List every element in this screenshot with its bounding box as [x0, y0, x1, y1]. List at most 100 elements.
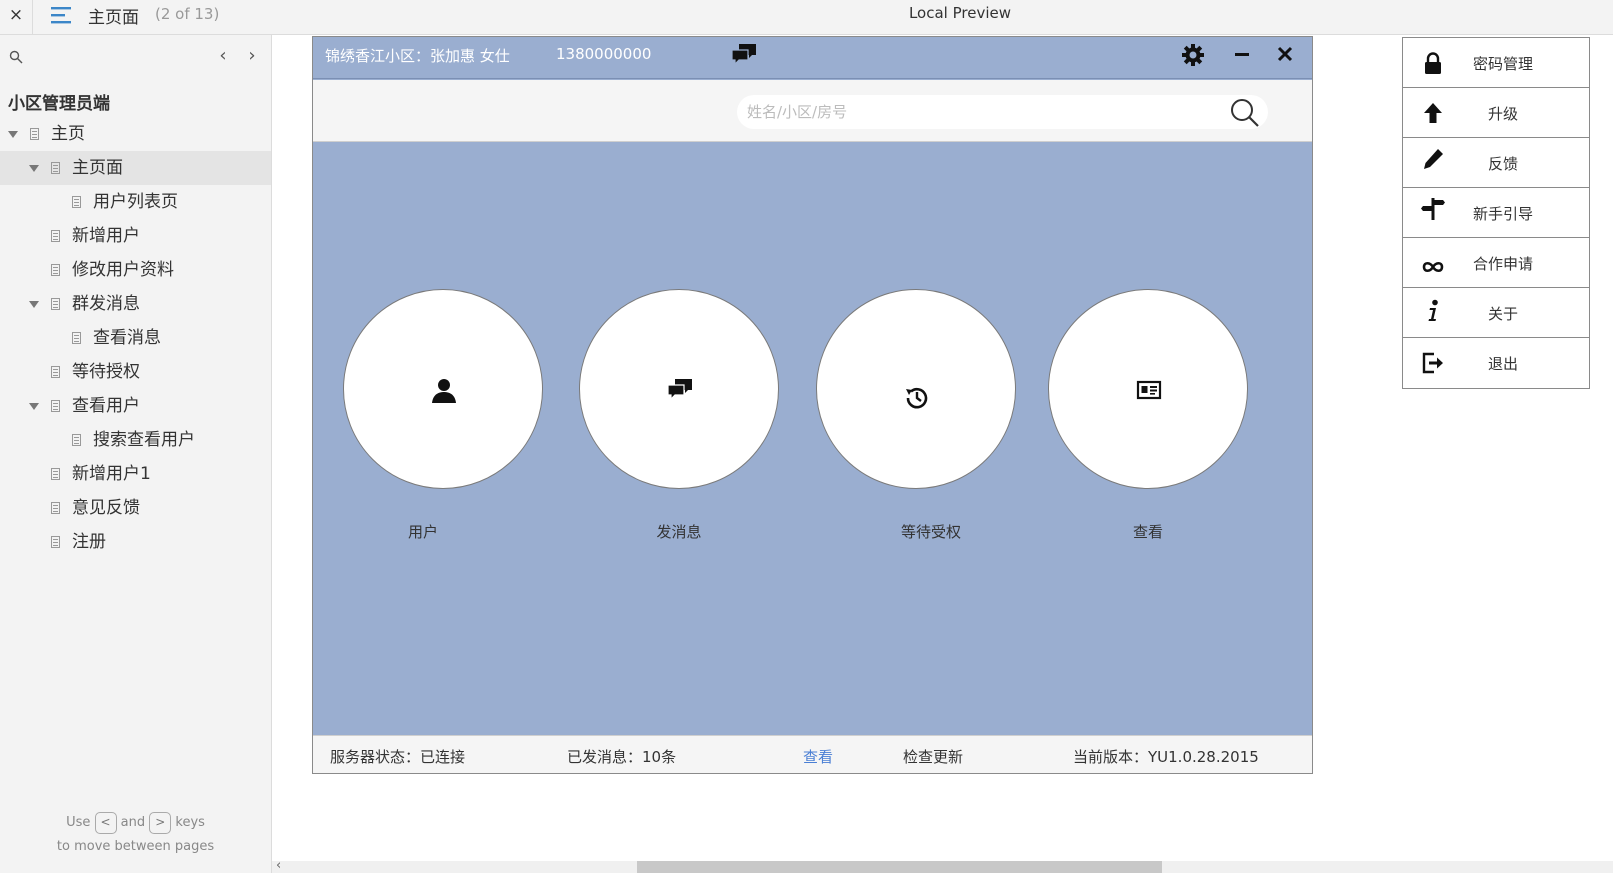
divider: [32, 0, 33, 35]
page-doc-icon: [51, 264, 60, 276]
page-doc-icon: [72, 332, 81, 344]
current-page-name: 主页面: [88, 8, 139, 28]
hint-line2: to move between pages: [56, 839, 215, 854]
top-bar: × 主页面 (2 of 13) Local Preview: [0, 0, 1613, 35]
status-bar: 服务器状态：已连接 已发消息：10条 查看 检查更新 当前版本：YU1.0.28…: [313, 735, 1312, 773]
tree-item-label: 群发消息: [72, 294, 140, 314]
page-doc-icon: [51, 230, 60, 242]
tree-item-label: 新增用户: [72, 226, 140, 246]
page-tree: 主页主页面用户列表页新增用户修改用户资料 群发消息查看消息等待授权查看用户搜索查看…: [0, 117, 271, 559]
tile-label: 查看: [1132, 523, 1163, 541]
current-version: 当前版本：YU1.0.28.2015: [1073, 748, 1259, 766]
tree-item[interactable]: 搜索查看用户: [0, 423, 271, 457]
expand-caret-icon[interactable]: [29, 301, 39, 308]
function-tiles: 用户 发消息 等待受权 查看: [313, 143, 1312, 709]
scroll-left-icon[interactable]: ‹: [276, 858, 281, 873]
menu-item-label: 退出: [1487, 355, 1518, 373]
expand-caret-icon[interactable]: [8, 131, 18, 138]
page-doc-icon: [51, 502, 60, 514]
expand-caret-icon[interactable]: [29, 403, 39, 410]
tile-label: 等待受权: [900, 523, 961, 541]
hint-and: and: [120, 815, 146, 830]
server-status: 服务器状态：已连接: [330, 748, 466, 766]
close-preview-button[interactable]: ×: [6, 4, 26, 26]
tree-item[interactable]: 意见反馈: [0, 491, 271, 525]
dropdown-menu: 密码管理 升级 反馈 新手引导 合作申请 关于 退出: [1402, 37, 1590, 389]
tile-pending-authorization[interactable]: 等待受权: [816, 289, 1016, 549]
tree-item[interactable]: 新增用户1: [0, 457, 271, 491]
tree-item-label: 新增用户1: [72, 464, 151, 484]
tree-item[interactable]: 修改用户资料: [0, 253, 271, 287]
tree-item-label: 查看用户: [72, 396, 140, 416]
expand-caret-icon[interactable]: [29, 165, 39, 172]
tile-circle[interactable]: [816, 289, 1016, 489]
tree-item[interactable]: 群发消息: [0, 287, 271, 321]
search-input[interactable]: [747, 100, 1217, 124]
messages-icon[interactable]: [730, 42, 758, 68]
menu-icon[interactable]: [50, 4, 72, 26]
tile-label: 用户: [407, 523, 438, 541]
tree-item[interactable]: 用户列表页: [0, 185, 271, 219]
next-page-button[interactable]: ›: [242, 45, 262, 67]
hint-use: Use: [66, 815, 91, 830]
app-header: 锦绣香江小区：张加惠 女仕 1380000000: [313, 37, 1312, 79]
menu-item-upgrade[interactable]: 升级: [1403, 88, 1589, 138]
menu-item-label: 合作申请: [1472, 255, 1533, 273]
menu-item-label: 密码管理: [1472, 55, 1533, 73]
gear-icon[interactable]: [1181, 43, 1205, 67]
sent-messages-count: 已发消息：10条: [567, 748, 677, 766]
tree-item[interactable]: 新增用户: [0, 219, 271, 253]
page-doc-icon: [30, 128, 39, 140]
check-update-button[interactable]: 检查更新: [903, 746, 963, 767]
tree-item-label: 用户列表页: [93, 192, 178, 212]
page-doc-icon: [51, 366, 60, 378]
previous-page-button[interactable]: ‹: [213, 45, 233, 67]
next-key-icon: >: [149, 811, 172, 834]
minimize-icon[interactable]: [1232, 43, 1252, 65]
scrollbar-thumb[interactable]: [637, 861, 1162, 873]
tile-circle[interactable]: [1048, 289, 1248, 489]
search-icon[interactable]: [9, 50, 23, 64]
history-icon: [906, 387, 928, 409]
tree-item-label: 主页面: [72, 158, 123, 178]
menu-item-about[interactable]: 关于: [1403, 288, 1589, 338]
tile-circle[interactable]: [579, 289, 779, 489]
menu-item-logout[interactable]: 退出: [1403, 338, 1589, 388]
tree-item-label: 等待授权: [72, 362, 140, 382]
user-icon: [432, 379, 456, 403]
view-link[interactable]: 查看: [803, 746, 833, 767]
page-doc-icon: [72, 434, 81, 446]
menu-item-feedback[interactable]: 反馈: [1403, 138, 1589, 188]
horizontal-scrollbar[interactable]: ‹: [272, 858, 1613, 873]
tile-user[interactable]: 用户: [343, 289, 543, 549]
page-count: (2 of 13): [155, 5, 220, 23]
menu-item-password[interactable]: 密码管理: [1403, 38, 1589, 88]
search-icon[interactable]: [1229, 97, 1261, 129]
menu-item-label: 关于: [1487, 305, 1518, 323]
menu-item-guide[interactable]: 新手引导: [1403, 188, 1589, 238]
tree-item-label: 搜索查看用户: [93, 430, 195, 450]
app-window: 锦绣香江小区：张加惠 女仕 1380000000 姓名/小区/房号 用户 发消息…: [312, 36, 1313, 774]
menu-item-label: 新手引导: [1472, 205, 1533, 223]
tree-item[interactable]: 查看消息: [0, 321, 271, 355]
id-card-icon: [1136, 380, 1162, 400]
page-doc-icon: [51, 468, 60, 480]
tile-view[interactable]: 查看: [1048, 289, 1248, 549]
search-band: [313, 80, 1312, 142]
tile-circle[interactable]: [343, 289, 543, 489]
page-doc-icon: [51, 162, 60, 174]
tree-item[interactable]: 注册: [0, 525, 271, 559]
page-doc-icon: [72, 196, 81, 208]
tree-item-label: 查看消息: [93, 328, 161, 348]
tree-item[interactable]: 等待授权: [0, 355, 271, 389]
close-icon[interactable]: [1275, 43, 1295, 65]
tree-item[interactable]: 查看用户: [0, 389, 271, 423]
phone-number: 1380000000: [556, 45, 652, 63]
tree-item[interactable]: 主页: [0, 117, 271, 151]
tree-item-label: 修改用户资料: [72, 260, 174, 280]
tile-send-message[interactable]: 发消息: [579, 289, 779, 549]
tree-item-label: 注册: [72, 532, 106, 552]
tree-item[interactable]: 主页面: [0, 151, 271, 185]
keyboard-hint: Use < and > keys to move between pages: [0, 811, 271, 859]
menu-item-cooperation[interactable]: 合作申请: [1403, 238, 1589, 288]
